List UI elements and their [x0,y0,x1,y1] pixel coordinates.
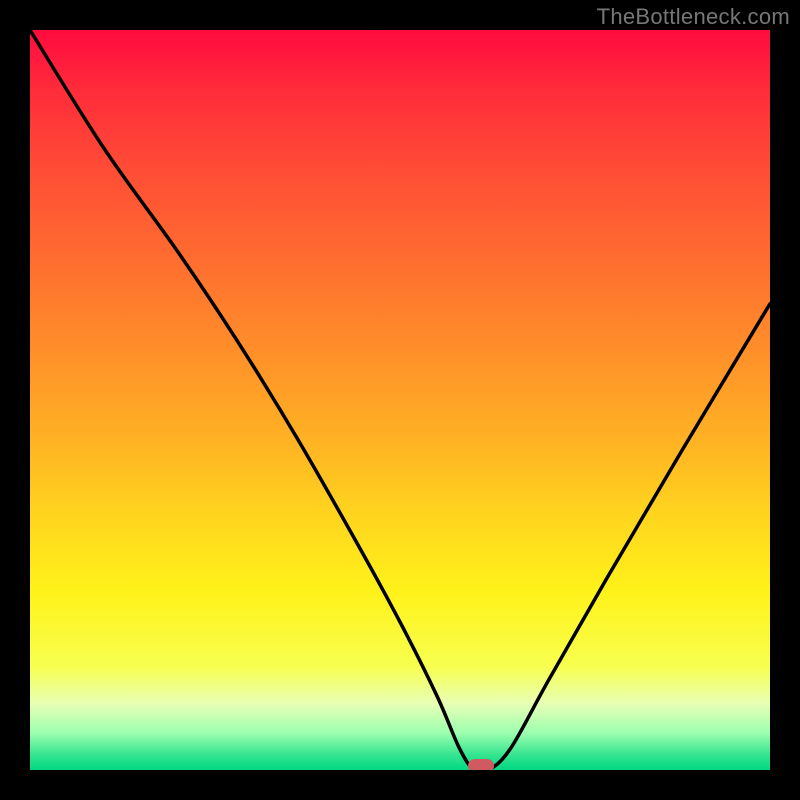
plot-area [30,30,770,770]
optimal-marker [468,759,494,770]
bottleneck-curve [30,30,770,770]
chart-frame: TheBottleneck.com [0,0,800,800]
watermark-text: TheBottleneck.com [597,4,790,30]
